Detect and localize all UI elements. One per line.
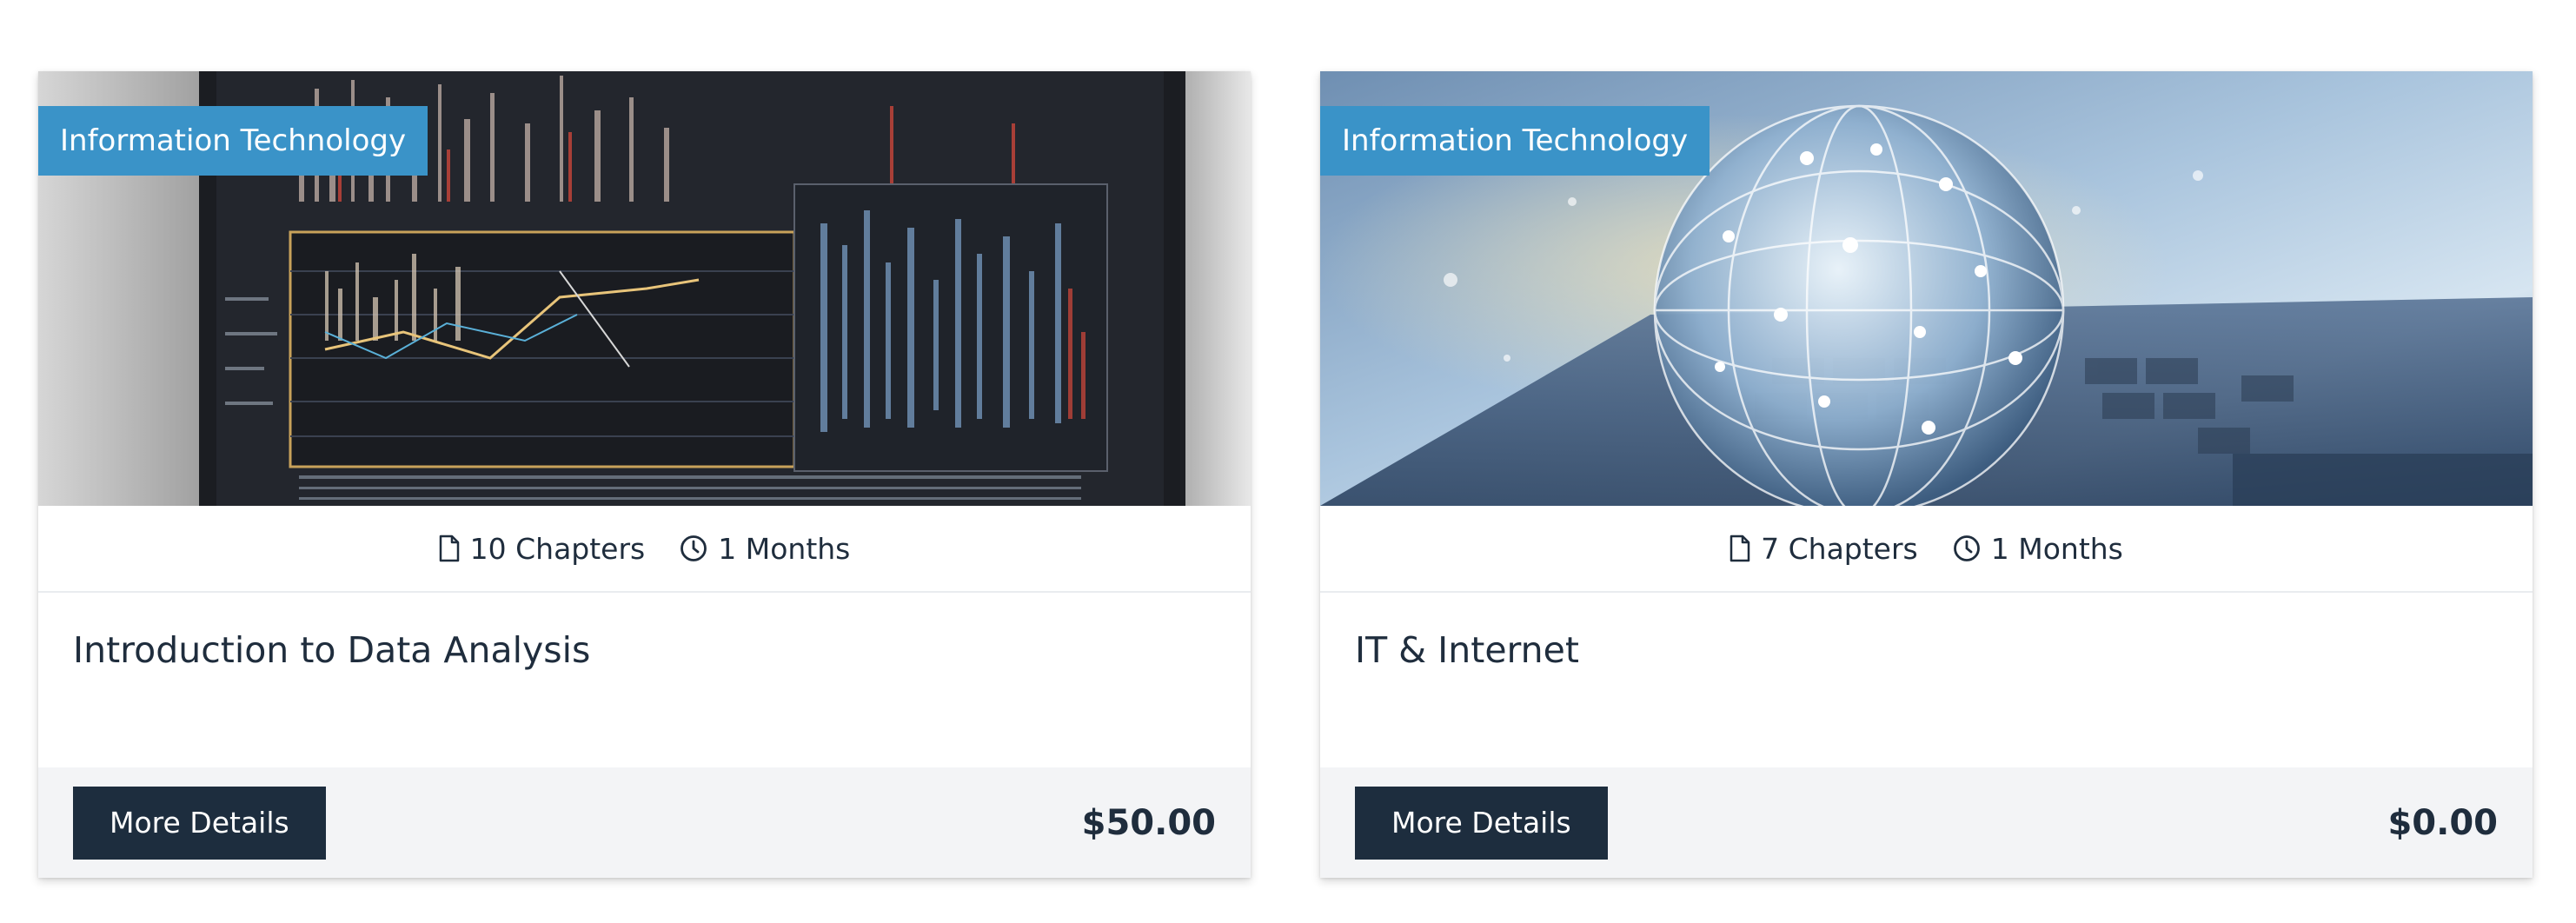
course-price: $50.00 — [1081, 802, 1216, 843]
course-card: Information Technology 10 Chapters 1 Mon… — [38, 71, 1251, 878]
category-badge[interactable]: Information Technology — [1320, 106, 1710, 176]
more-details-button[interactable]: More Details — [73, 786, 326, 860]
chapters-count: 10 Chapters — [469, 531, 646, 566]
file-icon — [1730, 535, 1750, 562]
course-price: $0.00 — [2387, 802, 2498, 843]
duration-text: 1 Months — [1990, 531, 2123, 566]
clock-icon — [1953, 535, 1980, 561]
duration-text: 1 Months — [718, 531, 851, 566]
course-title[interactable]: Introduction to Data Analysis — [73, 629, 1216, 671]
course-footer: More Details $50.00 — [38, 767, 1251, 878]
course-card: Information Technology 7 Chapters 1 Mont… — [1320, 71, 2533, 878]
course-meta: 7 Chapters 1 Months — [1320, 506, 2533, 593]
chapters-info: 10 Chapters — [439, 531, 646, 566]
course-thumbnail[interactable]: Information Technology — [38, 71, 1251, 506]
category-badge[interactable]: Information Technology — [38, 106, 428, 176]
course-meta: 10 Chapters 1 Months — [38, 506, 1251, 593]
chapters-count: 7 Chapters — [1761, 531, 1918, 566]
more-details-button[interactable]: More Details — [1355, 786, 1608, 860]
course-body: Introduction to Data Analysis — [38, 593, 1251, 767]
course-list: Information Technology 10 Chapters 1 Mon… — [0, 0, 2576, 923]
clock-icon — [681, 535, 707, 561]
course-footer: More Details $0.00 — [1320, 767, 2533, 878]
course-title[interactable]: IT & Internet — [1355, 629, 2498, 671]
chapters-info: 7 Chapters — [1730, 532, 1918, 566]
duration-info: 1 Months — [1953, 532, 2123, 566]
course-body: IT & Internet — [1320, 593, 2533, 767]
file-icon — [439, 535, 459, 562]
duration-info: 1 Months — [680, 532, 850, 566]
course-thumbnail[interactable]: Information Technology — [1320, 71, 2533, 506]
